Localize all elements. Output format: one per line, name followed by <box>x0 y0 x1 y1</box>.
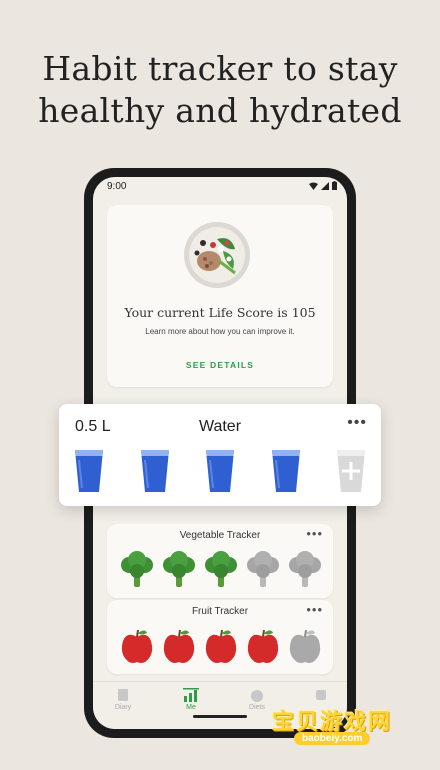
wifi-icon <box>309 182 318 190</box>
vegetable-more-button[interactable]: ••• <box>306 526 323 541</box>
home-indicator <box>193 715 247 718</box>
see-details-button[interactable]: SEE DETAILS <box>107 360 333 370</box>
watermark: 宝贝游戏网 baobeiy.com <box>272 684 422 754</box>
water-title: Water <box>198 418 242 435</box>
diary-icon <box>118 689 128 701</box>
nav-label-diary: Diary <box>114 704 132 711</box>
headline-line-1: Habit tracker to stay <box>42 49 398 88</box>
vegetable-tracker-title: Vegetable Tracker <box>179 530 261 541</box>
fruit-row <box>119 626 323 666</box>
headline-line-2: healthy and hydrated <box>38 91 402 130</box>
fruit-tracker-title: Fruit Tracker <box>191 606 249 617</box>
fruit-more-button[interactable]: ••• <box>306 602 323 617</box>
apple-nav-icon <box>251 690 263 702</box>
broccoli-empty-icon[interactable] <box>245 551 281 589</box>
apple-empty-icon[interactable] <box>287 627 323 665</box>
water-tracker-card: 0.5 L Water ••• <box>59 404 381 506</box>
life-score-subtitle: Learn more about how you can improve it. <box>145 327 295 336</box>
apple-icon[interactable] <box>245 627 281 665</box>
watermark-url: baobeiy.com <box>294 732 371 745</box>
water-glass-row <box>73 446 367 496</box>
add-water-glass-icon[interactable] <box>335 446 367 494</box>
nav-label-me: Me <box>186 704 196 711</box>
nav-item-diary[interactable]: Diary <box>103 688 143 711</box>
fruit-tracker-card: Fruit Tracker ••• <box>107 600 333 674</box>
salad-bowl-icon <box>184 222 250 288</box>
battery-icon <box>332 181 337 190</box>
apple-icon[interactable] <box>119 627 155 665</box>
nav-item-diets[interactable]: Diets <box>237 688 277 711</box>
apple-icon[interactable] <box>161 627 197 665</box>
status-time: 9:00 <box>107 181 127 192</box>
water-glass-full-icon[interactable] <box>73 446 105 494</box>
life-score-title: Your current Life Score is 105 <box>124 305 316 320</box>
broccoli-icon[interactable] <box>203 551 239 589</box>
vegetable-tracker-card: Vegetable Tracker ••• <box>107 524 333 598</box>
bar-chart-icon <box>183 688 199 702</box>
broccoli-icon[interactable] <box>119 551 155 589</box>
signal-icon <box>321 181 329 190</box>
water-more-button[interactable]: ••• <box>347 414 367 432</box>
status-bar: 9:00 <box>93 177 347 199</box>
water-glass-full-icon[interactable] <box>204 446 236 494</box>
broccoli-empty-icon[interactable] <box>287 551 323 589</box>
headline: Habit tracker to stay healthy and hydrat… <box>0 48 440 132</box>
water-glass-full-icon[interactable] <box>270 446 302 494</box>
water-glass-full-icon[interactable] <box>139 446 171 494</box>
broccoli-icon[interactable] <box>161 551 197 589</box>
apple-icon[interactable] <box>203 627 239 665</box>
life-score-card[interactable]: Your current Life Score is 105 Learn mor… <box>107 205 333 387</box>
nav-label-diets: Diets <box>249 704 265 711</box>
nav-item-me[interactable]: Me <box>171 688 211 711</box>
vegetable-row <box>119 550 323 590</box>
